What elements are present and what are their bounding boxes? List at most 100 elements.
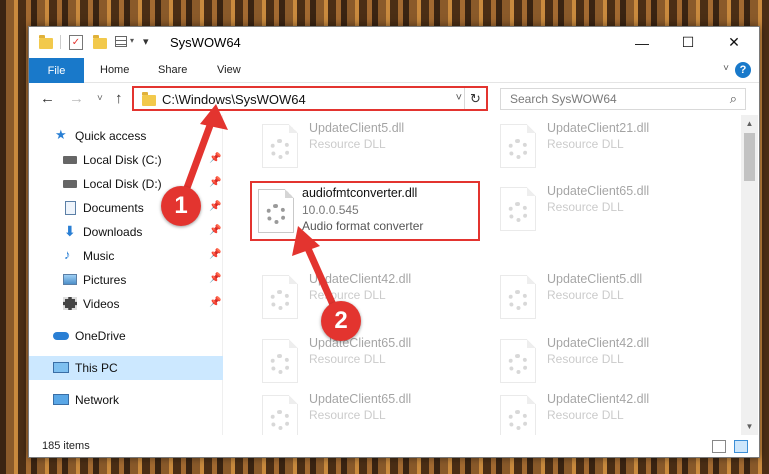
highlighted-file-item[interactable]: audiofmtconverter.dll 10.0.0.545 Audio f… bbox=[250, 181, 480, 241]
tab-share[interactable]: Share bbox=[158, 64, 187, 76]
step-1-badge: 1 bbox=[161, 186, 201, 226]
qat-overflow-icon[interactable]: ▾ bbox=[143, 35, 149, 48]
file-description: Resource DLL bbox=[309, 288, 386, 302]
address-text[interactable]: C:\Windows\SysWOW64 bbox=[162, 92, 306, 107]
pin-icon[interactable]: 📌 bbox=[209, 201, 221, 212]
list-item[interactable]: UpdateClient65.dll Resource DLL bbox=[474, 181, 704, 237]
help-icon[interactable]: ? bbox=[735, 62, 751, 78]
file-description: Resource DLL bbox=[309, 352, 386, 366]
maximize-button[interactable]: ☐ bbox=[665, 27, 711, 58]
sidebar-item-label: Downloads bbox=[83, 225, 143, 239]
dll-file-icon bbox=[500, 187, 536, 231]
folder-icon bbox=[39, 35, 53, 49]
gear-icon bbox=[270, 354, 290, 374]
pin-icon[interactable]: 📌 bbox=[209, 249, 221, 260]
scroll-up-arrow-icon[interactable]: ▲ bbox=[741, 115, 758, 132]
gear-icon bbox=[508, 202, 528, 222]
list-item[interactable]: UpdateClient65.dll Resource DLL bbox=[236, 389, 466, 435]
dll-file-icon bbox=[262, 275, 298, 319]
sidebar-item-label: OneDrive bbox=[75, 329, 126, 343]
star-icon: ★ bbox=[55, 127, 67, 142]
address-bar[interactable]: C:\Windows\SysWOW64 ˅ ↻ bbox=[132, 86, 488, 111]
refresh-icon[interactable]: ↻ bbox=[464, 88, 486, 109]
pin-icon[interactable]: 📌 bbox=[209, 153, 221, 164]
list-item[interactable]: UpdateClient5.dll Resource DLL bbox=[474, 269, 704, 325]
back-arrow-icon[interactable]: ← bbox=[40, 90, 55, 107]
file-description: Resource DLL bbox=[309, 408, 386, 422]
window-title: SysWOW64 bbox=[170, 35, 241, 50]
new-folder-icon[interactable] bbox=[93, 35, 107, 49]
sidebar-item-onedrive[interactable]: OneDrive bbox=[29, 324, 223, 348]
sidebar-item-network[interactable]: Network bbox=[29, 388, 223, 412]
chevron-down-icon[interactable]: ▾ bbox=[130, 36, 134, 45]
sidebar-item-local-disk-c[interactable]: Local Disk (C:) 📌 bbox=[29, 148, 223, 172]
expand-ribbon-icon[interactable]: ˅ bbox=[723, 63, 729, 74]
file-description: Resource DLL bbox=[547, 408, 624, 422]
tab-home[interactable]: Home bbox=[100, 64, 129, 76]
list-item[interactable]: UpdateClient42.dll Resource DLL bbox=[474, 389, 704, 435]
sidebar-item-music[interactable]: ♪ Music 📌 bbox=[29, 244, 223, 268]
sidebar-item-pictures[interactable]: Pictures 📌 bbox=[29, 268, 223, 292]
list-item[interactable]: UpdateClient42.dll Resource DLL bbox=[474, 333, 704, 389]
dll-file-icon bbox=[500, 124, 536, 168]
gear-icon bbox=[508, 139, 528, 159]
scroll-down-arrow-icon[interactable]: ▼ bbox=[741, 418, 758, 435]
scrollbar-thumb[interactable] bbox=[744, 133, 755, 181]
recent-locations-icon[interactable]: ˅ bbox=[97, 93, 103, 104]
ribbon: File Home Share View ˅ ? bbox=[29, 58, 759, 83]
search-icon[interactable]: ⌕ bbox=[730, 91, 737, 107]
list-item[interactable]: UpdateClient5.dll Resource DLL bbox=[236, 118, 466, 174]
dll-file-icon bbox=[262, 124, 298, 168]
pin-icon[interactable]: 📌 bbox=[209, 297, 221, 308]
customize-toolbar-icon[interactable] bbox=[115, 36, 127, 47]
gear-icon bbox=[508, 290, 528, 310]
gear-icon bbox=[270, 410, 290, 430]
dll-file-icon bbox=[500, 275, 536, 319]
file-name: UpdateClient65.dll bbox=[309, 392, 412, 406]
file-name: UpdateClient42.dll bbox=[309, 272, 412, 286]
sidebar-item-label: Network bbox=[75, 393, 120, 407]
tiles-view-icon[interactable] bbox=[734, 440, 748, 453]
search-placeholder: Search SysWOW64 bbox=[510, 92, 617, 106]
dll-file-icon bbox=[262, 339, 298, 383]
file-tab[interactable]: File bbox=[29, 58, 84, 83]
sidebar-item-videos[interactable]: Videos 📌 bbox=[29, 292, 223, 316]
list-item[interactable]: UpdateClient21.dll Resource DLL bbox=[474, 118, 704, 174]
file-description: Resource DLL bbox=[547, 352, 624, 366]
up-arrow-icon[interactable]: ↑ bbox=[115, 90, 123, 107]
sidebar-item-downloads[interactable]: ⬇ Downloads 📌 bbox=[29, 220, 223, 244]
file-name: UpdateClient65.dll bbox=[547, 184, 650, 198]
file-list: UpdateClient5.dll Resource DLL UpdateCli… bbox=[226, 115, 741, 435]
network-icon bbox=[53, 394, 69, 405]
sidebar-item-label: This PC bbox=[75, 361, 118, 375]
pin-icon[interactable]: 📌 bbox=[209, 273, 221, 284]
search-input[interactable]: Search SysWOW64 ⌕ bbox=[500, 88, 746, 110]
file-name: UpdateClient42.dll bbox=[547, 392, 650, 406]
gear-icon bbox=[266, 204, 286, 224]
sidebar-item-this-pc[interactable]: This PC bbox=[29, 356, 223, 380]
tab-view[interactable]: View bbox=[217, 64, 241, 76]
sidebar-item-label: Local Disk (D:) bbox=[83, 177, 162, 191]
sidebar-item-label: Quick access bbox=[75, 129, 147, 143]
download-icon: ⬇ bbox=[64, 223, 76, 239]
sidebar-item-quick-access[interactable]: ★ Quick access bbox=[29, 124, 223, 148]
title-bar: ✓ ▾ ▾ SysWOW64 — ☐ ✕ bbox=[29, 27, 759, 58]
file-description: Resource DLL bbox=[547, 288, 624, 302]
separator bbox=[60, 35, 61, 49]
drive-icon bbox=[63, 156, 77, 164]
vertical-scrollbar[interactable]: ▲ ▼ bbox=[741, 115, 758, 435]
pin-icon[interactable]: 📌 bbox=[209, 225, 221, 236]
list-item[interactable]: UpdateClient65.dll Resource DLL bbox=[236, 333, 466, 389]
documents-icon bbox=[65, 201, 76, 215]
forward-arrow-icon[interactable]: → bbox=[69, 90, 84, 107]
address-dropdown-icon[interactable]: ˅ bbox=[456, 92, 462, 104]
pictures-icon bbox=[63, 274, 77, 285]
close-button[interactable]: ✕ bbox=[711, 27, 757, 58]
properties-icon[interactable]: ✓ bbox=[69, 35, 83, 50]
file-version: 10.0.0.545 bbox=[302, 203, 359, 217]
minimize-button[interactable]: — bbox=[619, 27, 665, 58]
gear-icon bbox=[270, 290, 290, 310]
pin-icon[interactable]: 📌 bbox=[209, 177, 221, 188]
step-2-badge: 2 bbox=[321, 301, 361, 341]
details-view-icon[interactable] bbox=[712, 440, 726, 453]
